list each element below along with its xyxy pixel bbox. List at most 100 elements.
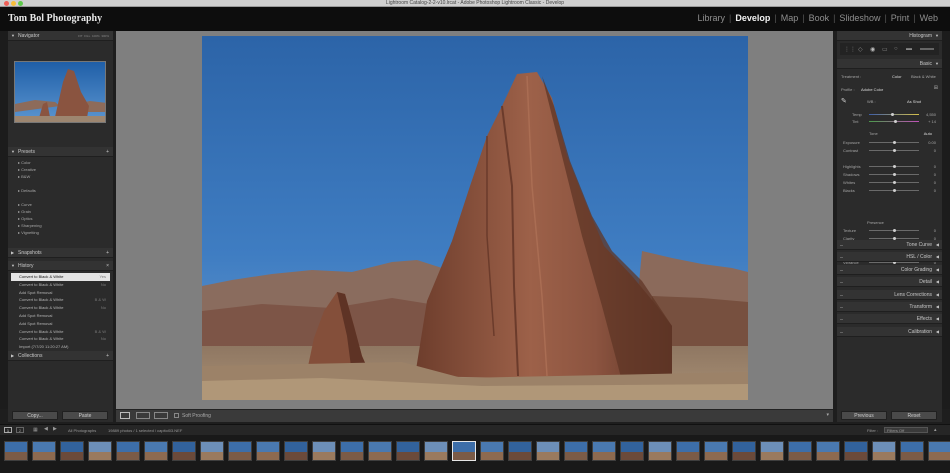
treatment-color-option[interactable]: Color [892, 74, 902, 79]
slider-knob[interactable] [893, 149, 896, 152]
module-book[interactable]: Book [805, 13, 834, 23]
add-collection-icon[interactable]: + [106, 351, 109, 361]
section-effects[interactable]: ▬ Effects ◀ [837, 314, 942, 325]
filmstrip-thumbnail[interactable] [284, 441, 308, 461]
panel-switch-icon[interactable]: ▬ [840, 265, 843, 275]
filmstrip-thumbnail[interactable] [480, 441, 504, 461]
section-lens-corrections[interactable]: ▬ Lens Corrections ◀ [837, 289, 942, 300]
tool-slider[interactable] [920, 48, 934, 50]
preset-folder[interactable]: ▸ Sharpening [18, 222, 42, 229]
filmstrip-thumbnail[interactable] [592, 441, 616, 461]
filmstrip-thumbnail[interactable] [816, 441, 840, 461]
filmstrip-thumbnail[interactable] [788, 441, 812, 461]
history-header[interactable]: ▼ History × [8, 261, 113, 271]
filmstrip-thumbnail[interactable] [872, 441, 896, 461]
filmstrip-thumbnail[interactable] [536, 441, 560, 461]
module-library[interactable]: Library [693, 13, 729, 23]
blacks-value[interactable]: 0 [934, 188, 936, 193]
filmstrip-thumbnail[interactable] [312, 441, 336, 461]
module-map[interactable]: Map [777, 13, 803, 23]
basic-header[interactable]: Basic ▼ [837, 59, 942, 69]
filter-lock-icon[interactable]: ▴ [934, 427, 937, 433]
texture-value[interactable]: 0 [934, 228, 936, 233]
shadows-slider[interactable] [869, 173, 919, 176]
histogram-header[interactable]: Histogram ▼ [837, 31, 942, 41]
preset-folder[interactable]: ▸ Grain [18, 208, 42, 215]
spot-removal-icon[interactable]: ◇ [858, 46, 863, 53]
filmstrip-thumbnail[interactable] [200, 441, 224, 461]
slider-knob[interactable] [893, 229, 896, 232]
filmstrip-thumbnail[interactable] [396, 441, 420, 461]
panel-switch-icon[interactable]: ▬ [840, 302, 843, 312]
module-slideshow[interactable]: Slideshow [835, 13, 884, 23]
navigator-preview[interactable] [14, 61, 106, 123]
temp-slider[interactable] [869, 113, 919, 116]
filmstrip-thumbnail[interactable] [760, 441, 784, 461]
slider-knob[interactable] [893, 141, 896, 144]
right-panel-toggle[interactable] [942, 31, 950, 409]
filmstrip-thumbnail[interactable] [928, 441, 950, 461]
panel-switch-icon[interactable]: ▬ [840, 290, 843, 300]
filmstrip-thumbnail[interactable] [4, 441, 28, 461]
histogram-display[interactable]: ⋮⋮ ◇ ◉ ▭ ○ ▬ [840, 43, 939, 55]
history-step[interactable]: Add Spot Removal [11, 289, 110, 297]
exposure-value[interactable]: 0.00 [928, 140, 936, 145]
history-step[interactable]: Import (7/7/20 11:20:27 AM) [11, 343, 110, 351]
history-step[interactable]: Add Spot Removal [11, 320, 110, 328]
crop-tool-icon[interactable]: ⋮⋮ [844, 46, 856, 53]
copy-settings-button[interactable]: Copy... [12, 411, 58, 420]
toolbar-menu-icon[interactable]: ▾ [826, 412, 829, 418]
filmstrip-thumbnail[interactable] [620, 441, 644, 461]
panel-switch-icon[interactable]: ▬ [840, 240, 843, 250]
preset-folder[interactable]: ▸ Color [18, 159, 42, 166]
red-eye-icon[interactable]: ◉ [870, 46, 875, 53]
module-develop[interactable]: Develop [731, 13, 774, 23]
filmstrip-thumbnail[interactable] [116, 441, 140, 461]
wb-dropdown[interactable]: As Shot [907, 99, 921, 104]
preset-folder[interactable]: ▸ Optics [18, 215, 42, 222]
exposure-slider[interactable] [869, 141, 919, 144]
back-arrow-icon[interactable]: ◀ [44, 426, 48, 432]
section-transform[interactable]: ▬ Transform ◀ [837, 302, 942, 312]
preset-folder[interactable]: ▸ B&W [18, 173, 42, 180]
left-panel-toggle[interactable] [0, 31, 8, 409]
filmstrip-thumbnail[interactable] [704, 441, 728, 461]
filmstrip-thumbnail[interactable] [172, 441, 196, 461]
history-step[interactable]: Convert to Black & White B & W [11, 328, 110, 336]
section-hsl-color[interactable]: ▬ HSL / Color ◀ [837, 252, 942, 263]
filmstrip-thumbnail[interactable] [32, 441, 56, 461]
source-label[interactable]: All Photographs [68, 428, 96, 433]
blacks-slider[interactable] [869, 189, 919, 192]
before-after-icon[interactable] [136, 412, 150, 419]
page-2-button[interactable]: 2 [16, 427, 24, 433]
tint-value[interactable]: + 14 [928, 119, 936, 124]
page-1-button[interactable]: 1 [4, 427, 12, 433]
preset-folder[interactable]: ▸ Defaults [18, 187, 42, 194]
filmstrip-thumbnail[interactable] [340, 441, 364, 461]
history-step[interactable]: Convert to Black & White No [11, 335, 110, 343]
filmstrip-thumbnail[interactable] [452, 441, 476, 461]
grid-view-icon[interactable]: ▦ [33, 427, 38, 433]
history-step[interactable]: Convert to Black & White Yes [11, 273, 110, 281]
section-detail[interactable]: ▬ Detail ◀ [837, 277, 942, 288]
section-calibration[interactable]: ▬ Calibration ◀ [837, 326, 942, 337]
shadows-value[interactable]: 0 [934, 172, 936, 177]
filmstrip-thumbnail[interactable] [508, 441, 532, 461]
filmstrip-thumbnail[interactable] [88, 441, 112, 461]
white-balance-picker-icon[interactable]: ✎ [841, 97, 847, 105]
preset-folder[interactable]: ▸ Vignetting [18, 229, 42, 236]
main-photo[interactable] [202, 36, 748, 400]
filmstrip-thumbnail[interactable] [676, 441, 700, 461]
loupe-view-icon[interactable] [120, 412, 130, 419]
module-print[interactable]: Print [887, 13, 914, 23]
filmstrip-thumbnail[interactable] [900, 441, 924, 461]
contrast-value[interactable]: 0 [934, 148, 936, 153]
add-preset-icon[interactable]: + [106, 147, 109, 157]
snapshots-header[interactable]: ▶ Snapshots + [8, 248, 113, 258]
temp-value[interactable]: 4,550 [926, 112, 936, 117]
clarity-slider[interactable] [869, 237, 919, 240]
history-step[interactable]: Add Spot Removal [11, 312, 110, 320]
radial-filter-icon[interactable]: ○ [894, 46, 898, 52]
identity-plate[interactable]: Tom Bol Photography [8, 13, 102, 24]
slider-knob[interactable] [893, 189, 896, 192]
